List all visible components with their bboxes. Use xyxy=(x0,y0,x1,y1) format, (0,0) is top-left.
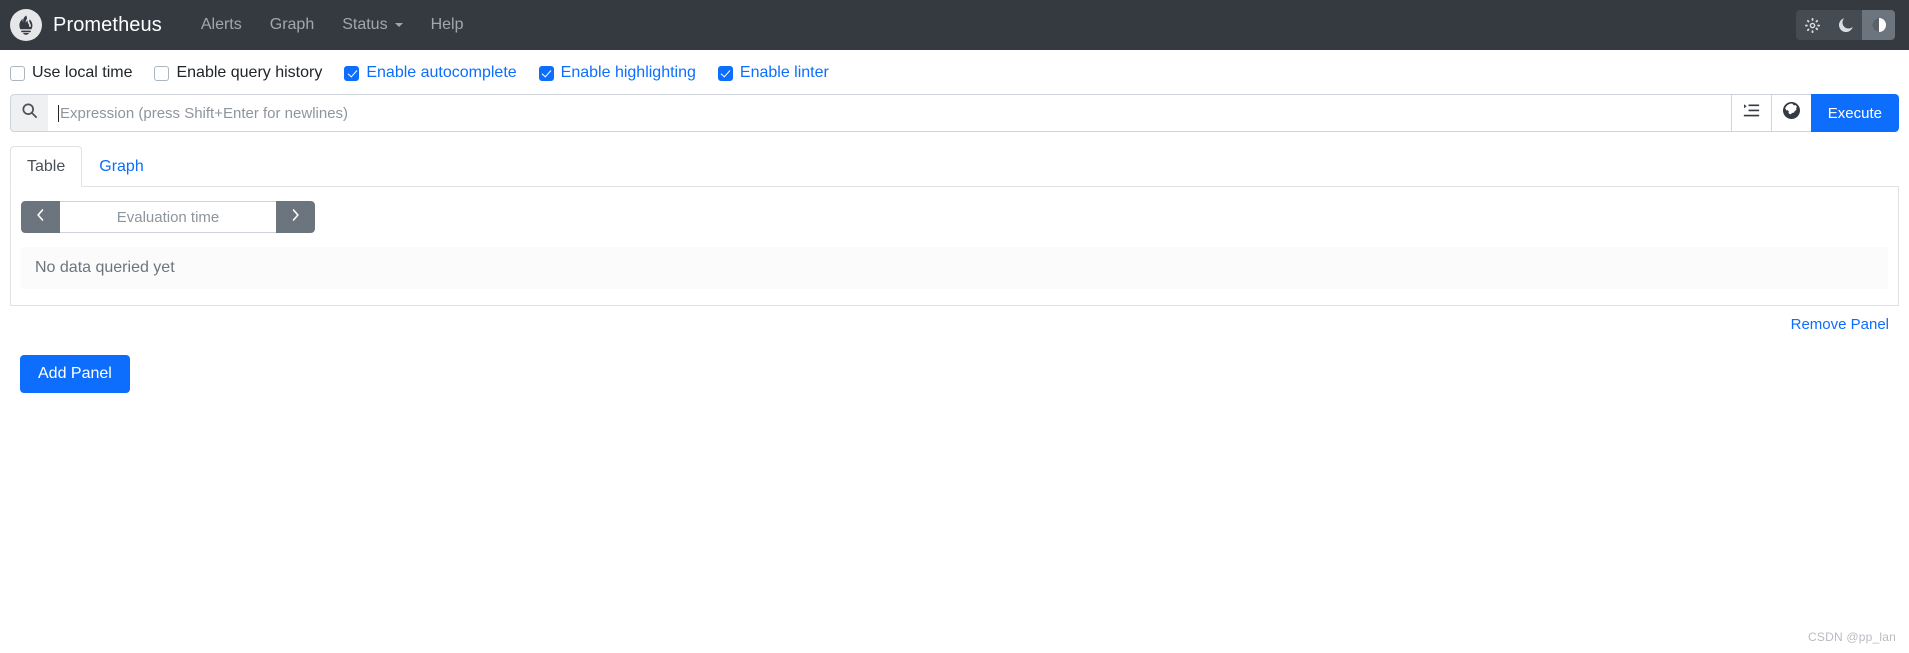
half-circle-icon xyxy=(1871,17,1887,33)
expression-bar: Expression (press Shift+Enter for newlin… xyxy=(0,94,1909,132)
watermark: CSDN @pp_lan xyxy=(1808,630,1896,644)
metrics-explorer-icon xyxy=(1743,102,1760,124)
panel-body: Evaluation time No data queried yet xyxy=(10,187,1899,306)
expression-input[interactable]: Expression (press Shift+Enter for newlin… xyxy=(48,94,1731,132)
query-history-button[interactable] xyxy=(1770,94,1811,132)
option-enable-query-history[interactable]: Enable query history xyxy=(154,64,322,82)
remove-panel-row: Remove Panel xyxy=(10,306,1899,333)
text-caret xyxy=(58,104,59,122)
panel-tabs: Table Graph xyxy=(10,146,1899,187)
tab-table[interactable]: Table xyxy=(10,146,83,187)
use-local-time-checkbox[interactable] xyxy=(10,65,25,81)
nav-link-graph-label: Graph xyxy=(269,16,315,33)
sun-icon xyxy=(1805,17,1820,33)
enable-linter-label: Enable linter xyxy=(739,64,829,81)
globe-history-icon xyxy=(1782,102,1800,124)
auto-theme-button[interactable] xyxy=(1862,10,1895,40)
theme-toggle-group xyxy=(1796,10,1895,40)
nav-item-status[interactable]: Status xyxy=(328,8,416,42)
option-enable-autocomplete[interactable]: Enable autocomplete xyxy=(344,64,517,82)
add-panel-button[interactable]: Add Panel xyxy=(20,355,130,393)
enable-query-history-label: Enable query history xyxy=(176,64,323,81)
nav-link-help[interactable]: Help xyxy=(417,8,478,42)
metrics-explorer-button[interactable] xyxy=(1730,94,1771,132)
enable-autocomplete-checkbox[interactable] xyxy=(344,65,360,81)
evaluation-time-input[interactable]: Evaluation time xyxy=(60,201,276,233)
evaluation-time-group: Evaluation time xyxy=(21,201,315,233)
expression-input-group: Expression (press Shift+Enter for newlin… xyxy=(10,94,1899,132)
chevron-down-icon xyxy=(394,23,403,27)
query-panel: Table Graph Evaluation time No data quer… xyxy=(0,132,1909,393)
chevron-left-icon xyxy=(35,208,46,227)
option-enable-highlighting[interactable]: Enable highlighting xyxy=(538,64,696,82)
nav-link-alerts-label: Alerts xyxy=(200,16,242,33)
evaluation-time-prev-button[interactable] xyxy=(21,201,60,233)
enable-highlighting-label: Enable highlighting xyxy=(560,64,696,81)
chevron-right-icon xyxy=(290,208,301,227)
light-theme-button[interactable] xyxy=(1796,10,1829,40)
query-options-row: Use local time Enable query history Enab… xyxy=(0,50,1909,94)
tab-graph[interactable]: Graph xyxy=(82,146,160,187)
prometheus-torch-logo-icon xyxy=(10,9,42,41)
nav-item-alerts[interactable]: Alerts xyxy=(187,8,256,42)
nav-link-status-label: Status xyxy=(342,16,388,33)
search-icon-button[interactable] xyxy=(10,94,48,132)
remove-panel-link[interactable]: Remove Panel xyxy=(1791,316,1889,333)
enable-linter-checkbox[interactable] xyxy=(717,65,733,81)
evaluation-time-placeholder: Evaluation time xyxy=(116,208,220,226)
nav-link-status[interactable]: Status xyxy=(328,8,416,42)
use-local-time-label: Use local time xyxy=(32,64,133,81)
enable-autocomplete-label: Enable autocomplete xyxy=(366,64,517,81)
expression-placeholder: Expression (press Shift+Enter for newlin… xyxy=(60,104,349,122)
nav-item-help[interactable]: Help xyxy=(417,8,478,42)
brand-link[interactable]: Prometheus xyxy=(10,9,162,41)
nav-link-alerts[interactable]: Alerts xyxy=(187,8,256,42)
enable-query-history-checkbox[interactable] xyxy=(154,65,170,81)
moon-icon xyxy=(1838,18,1853,32)
evaluation-time-next-button[interactable] xyxy=(276,201,315,233)
option-enable-linter[interactable]: Enable linter xyxy=(717,64,829,82)
nav-item-graph[interactable]: Graph xyxy=(256,8,328,42)
execute-button[interactable]: Execute xyxy=(1810,94,1899,132)
nav-links: Alerts Graph Status Help xyxy=(187,8,478,42)
add-panel-row: Add Panel xyxy=(10,333,1899,393)
nav-link-graph[interactable]: Graph xyxy=(256,8,328,42)
option-use-local-time[interactable]: Use local time xyxy=(10,64,132,82)
empty-state-message: No data queried yet xyxy=(21,247,1888,289)
navbar: Prometheus Alerts Graph Status Help xyxy=(0,0,1909,50)
brand-title: Prometheus xyxy=(53,13,162,36)
dark-theme-button[interactable] xyxy=(1829,10,1862,40)
enable-highlighting-checkbox[interactable] xyxy=(538,65,554,81)
nav-link-help-label: Help xyxy=(430,16,464,33)
search-icon xyxy=(21,102,38,124)
